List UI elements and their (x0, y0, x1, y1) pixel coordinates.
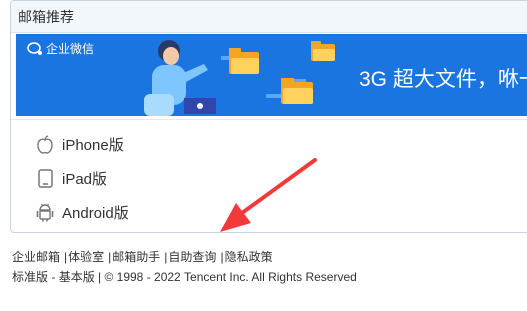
wework-brand: 企业微信 (27, 40, 94, 57)
copyright-text: | © 1998 - 2022 Tencent Inc. All Rights … (94, 270, 357, 284)
footer-separator: | (64, 250, 68, 264)
ipad-app-link[interactable]: iPad版 (35, 161, 129, 195)
basic-version-link[interactable]: 基本版 (59, 270, 95, 284)
footer-links: 企业邮箱 |体验室 |邮箱助手 |自助查询 |隐私政策 (12, 248, 273, 265)
folder-icon (229, 48, 259, 74)
wework-logo-icon (27, 41, 42, 55)
android-app-link[interactable]: Android版 (35, 195, 129, 229)
version-dash: - (48, 270, 59, 284)
divider (11, 119, 527, 120)
footer-link-lab[interactable]: 体验室 (68, 250, 104, 264)
ipad-app-label: iPad版 (62, 170, 108, 188)
wework-label: 企业微信 (46, 42, 95, 56)
footer-link-mail-assistant[interactable]: 邮箱助手 (112, 250, 160, 264)
footer-link-self-service[interactable]: 自助查询 (168, 250, 216, 264)
footer-separator: | (220, 250, 224, 264)
banner-headline: 3G 超大文件，咻一 (359, 68, 527, 91)
footer-link-privacy[interactable]: 隐私政策 (225, 250, 273, 264)
tablet-icon (35, 167, 55, 189)
app-download-list: iPhone版 iPad版 Android版 (35, 127, 129, 229)
folder-icon (311, 41, 335, 61)
footer-separator: | (108, 250, 112, 264)
apple-icon (35, 133, 55, 155)
iphone-app-label: iPhone版 (62, 136, 124, 154)
standard-version-link[interactable]: 标准版 (12, 270, 48, 284)
recommend-panel: 邮箱推荐 企业微信 3G 超大文件，咻一 iPhone版 iPad版 Andro… (10, 0, 527, 233)
footer-link-enterprise-mail[interactable]: 企业邮箱 (12, 250, 60, 264)
footer-copyright: 标准版 - 基本版 | © 1998 - 2022 Tencent Inc. A… (12, 268, 357, 285)
iphone-app-link[interactable]: iPhone版 (35, 127, 129, 161)
android-icon (35, 201, 55, 223)
wework-banner[interactable]: 企业微信 3G 超大文件，咻一 (16, 34, 527, 116)
android-app-label: Android版 (62, 204, 129, 222)
panel-title: 邮箱推荐 (18, 8, 74, 25)
panel-header: 邮箱推荐 (11, 1, 527, 33)
footer-separator: | (164, 250, 168, 264)
